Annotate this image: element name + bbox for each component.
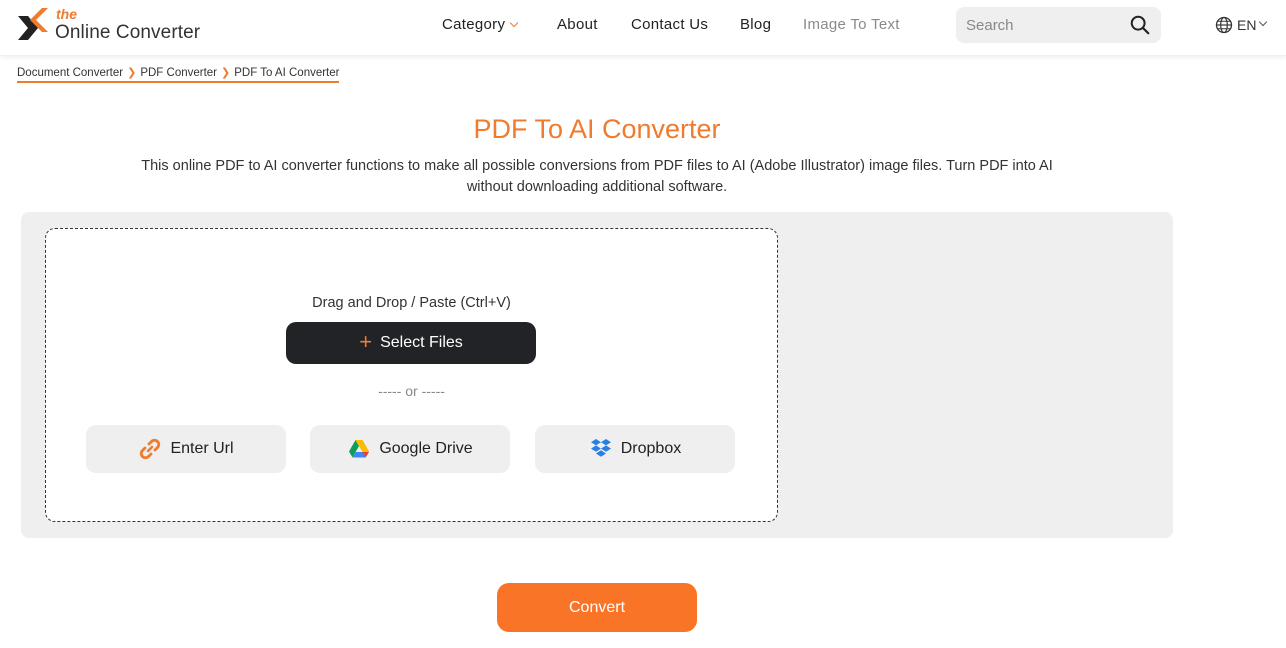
site-logo[interactable]: the Online Converter <box>16 4 216 50</box>
plus-icon: + <box>359 329 373 354</box>
search-box <box>956 7 1161 43</box>
breadcrumb-item-pdf-converter[interactable]: PDF Converter <box>140 67 217 79</box>
enter-url-label: Enter Url <box>170 440 234 457</box>
select-files-label: Select Files <box>380 334 463 351</box>
language-selector[interactable]: EN <box>1214 14 1268 36</box>
language-label: EN <box>1237 17 1257 33</box>
dropbox-icon <box>590 439 611 457</box>
file-dropzone[interactable]: Drag and Drop / Paste (Ctrl+V) + Select … <box>45 228 778 522</box>
nav-item-image-to-text[interactable]: Image To Text <box>803 16 900 33</box>
nav-item-contact-us[interactable]: Contact Us <box>631 16 708 33</box>
enter-url-button[interactable]: Enter Url <box>86 425 286 473</box>
google-drive-label: Google Drive <box>379 440 473 457</box>
globe-icon <box>1215 16 1233 34</box>
link-icon <box>140 438 161 460</box>
dropbox-label: Dropbox <box>620 440 682 457</box>
nav-item-about[interactable]: About <box>557 16 598 33</box>
google-drive-button[interactable]: Google Drive <box>310 425 510 473</box>
page-description: This online PDF to AI converter function… <box>141 158 1053 195</box>
logo-name: Online Converter <box>55 22 201 43</box>
site-header: the Online Converter Category About Cont… <box>0 0 1286 56</box>
nav-item-category[interactable]: Category <box>442 16 519 33</box>
nav-item-label: Category <box>442 16 506 33</box>
select-files-button[interactable]: + Select Files <box>286 322 536 364</box>
convert-button[interactable]: Convert <box>497 583 697 632</box>
search-input[interactable] <box>966 7 1126 43</box>
chevron-down-icon <box>1259 17 1268 27</box>
breadcrumb-item-pdf-to-ai-converter[interactable]: PDF To AI Converter <box>234 67 339 79</box>
google-drive-icon <box>349 440 370 458</box>
chevron-right-icon: ❯ <box>221 67 231 79</box>
logo-mark-icon <box>18 8 48 40</box>
chevron-down-icon <box>510 18 519 28</box>
nav-item-blog[interactable]: Blog <box>740 16 771 33</box>
chevron-right-icon: ❯ <box>127 67 137 79</box>
page-title: PDF To AI Converter <box>473 114 721 144</box>
drop-label: Drag and Drop / Paste (Ctrl+V) <box>312 295 511 311</box>
logo-the: the <box>56 6 77 22</box>
breadcrumb-item-document-converter[interactable]: Document Converter <box>17 67 123 79</box>
or-separator: ----- or ----- <box>378 383 445 399</box>
upload-panel: Drag and Drop / Paste (Ctrl+V) + Select … <box>21 212 1173 538</box>
breadcrumb: Document Converter ❯ PDF Converter ❯ PDF… <box>17 66 340 83</box>
search-icon[interactable] <box>1129 14 1151 36</box>
dropbox-button[interactable]: Dropbox <box>535 425 735 473</box>
